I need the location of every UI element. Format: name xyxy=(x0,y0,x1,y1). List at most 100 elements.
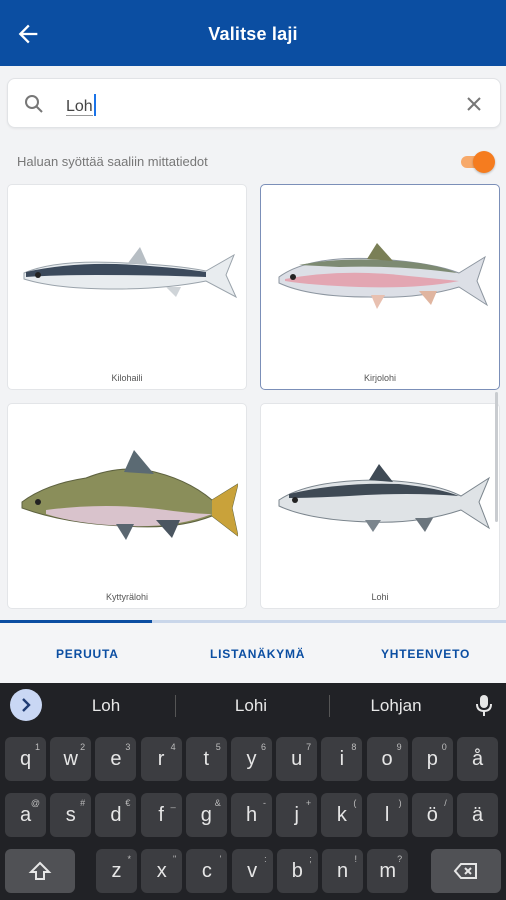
key-a[interactable]: a @ xyxy=(5,793,46,837)
key-alt-label: 4 xyxy=(170,742,176,752)
suggestion-1[interactable]: Loh xyxy=(46,696,166,716)
page-title: Valitse laji xyxy=(208,24,298,44)
list-view-button[interactable]: LISTANÄKYMÄ xyxy=(210,647,305,661)
suggestion-strip: Loh Lohi Lohjan xyxy=(0,683,506,728)
species-name: Kyttyrälohi xyxy=(105,592,149,602)
key-c[interactable]: c ' xyxy=(186,849,228,893)
bottom-action-bar: PERUUTA LISTANÄKYMÄ YHTEENVETO xyxy=(0,623,506,683)
key-alt-label: " xyxy=(172,854,177,864)
key-alt-label: & xyxy=(214,798,221,808)
key-alt-label: € xyxy=(125,798,131,808)
key-label: t xyxy=(203,748,210,770)
key-label: c xyxy=(201,860,212,882)
key-label: b xyxy=(291,860,303,882)
lohi-fish-image xyxy=(278,464,491,532)
key-p[interactable]: p0 xyxy=(411,737,453,781)
key-o[interactable]: o9 xyxy=(366,737,408,781)
key-d[interactable]: d € xyxy=(95,793,137,837)
cancel-button[interactable]: PERUUTA xyxy=(56,647,119,661)
key-i[interactable]: i8 xyxy=(321,737,363,781)
species-card-lohi[interactable]: Lohi xyxy=(260,403,500,609)
key-alt-label: 7 xyxy=(306,742,312,752)
suggestion-2[interactable]: Lohi xyxy=(191,696,311,716)
key-alt-label: + xyxy=(305,798,312,808)
key-alt-label: ; xyxy=(309,854,312,864)
key-label: d xyxy=(110,804,122,826)
measurement-toggle-switch[interactable] xyxy=(461,151,495,173)
key-alt-label: @ xyxy=(30,798,40,808)
species-name: Lohi xyxy=(371,592,389,602)
key-label: e xyxy=(110,748,122,770)
key-label: w xyxy=(63,748,78,770)
search-icon xyxy=(25,95,43,113)
chevron-right-icon xyxy=(22,698,31,712)
grid-scrollbar[interactable] xyxy=(495,392,498,522)
key-g[interactable]: g & xyxy=(185,793,227,837)
key-q[interactable]: q1 xyxy=(5,737,46,781)
key-w[interactable]: w2 xyxy=(50,737,92,781)
key-label: y xyxy=(246,748,257,770)
measurement-toggle-label: Haluan syöttää saaliin mittatiedot xyxy=(17,154,208,169)
key-s[interactable]: s # xyxy=(50,793,92,837)
clear-icon[interactable] xyxy=(462,92,486,116)
species-card-kilohaili[interactable]: Kilohaili xyxy=(7,184,247,390)
microphone-icon[interactable] xyxy=(474,693,494,717)
key-n[interactable]: n! xyxy=(322,849,363,893)
expand-toolbar-button[interactable] xyxy=(10,689,42,721)
key-label: j xyxy=(294,804,299,826)
backspace-icon xyxy=(453,863,477,879)
key-k[interactable]: k( xyxy=(321,793,363,837)
key-r[interactable]: r4 xyxy=(140,737,182,781)
shift-icon xyxy=(28,861,52,880)
key-label: n xyxy=(336,860,349,882)
suggestion-3[interactable]: Lohjan xyxy=(336,696,456,716)
key-l[interactable]: l) xyxy=(366,793,408,837)
key-alt-label: _ xyxy=(170,798,176,808)
key-alt-label: 9 xyxy=(396,742,402,752)
key-z[interactable]: z * xyxy=(96,849,137,893)
key-alt-label: ) xyxy=(398,798,402,808)
key-e[interactable]: e3 xyxy=(95,737,137,781)
backspace-key[interactable] xyxy=(431,849,501,893)
key-alt-label: - xyxy=(263,798,266,808)
kirjolohi-fish-image xyxy=(278,243,489,309)
key-y[interactable]: y6 xyxy=(231,737,272,781)
summary-button[interactable]: YHTEENVETO xyxy=(381,647,470,661)
key-u[interactable]: u7 xyxy=(276,737,318,781)
key-j[interactable]: j + xyxy=(276,793,318,837)
suggestion-divider xyxy=(329,695,330,717)
species-card-kyttyralohi[interactable]: Kyttyrälohi xyxy=(7,403,247,609)
key-t[interactable]: t5 xyxy=(185,737,227,781)
key-x[interactable]: x " xyxy=(141,849,183,893)
key-ö[interactable]: ö / xyxy=(411,793,453,837)
key-label: ö xyxy=(426,804,438,826)
key-b[interactable]: b; xyxy=(276,849,318,893)
key-label: u xyxy=(291,748,303,770)
search-input[interactable]: Loh xyxy=(66,94,96,116)
key-label: m xyxy=(379,860,397,882)
key-alt-label: / xyxy=(444,798,447,808)
key-f[interactable]: f _ xyxy=(140,793,182,837)
kyttyralohi-fish-image xyxy=(21,450,238,540)
key-label: v xyxy=(247,860,258,882)
species-search-field[interactable]: Loh xyxy=(7,78,501,128)
key-label: o xyxy=(381,748,393,770)
key-alt-label: ( xyxy=(353,798,357,808)
species-name: Kirjolohi xyxy=(363,373,396,383)
species-card-kirjolohi[interactable]: Kirjolohi xyxy=(260,184,500,390)
key-ä[interactable]: ä xyxy=(457,793,498,837)
key-label: ä xyxy=(471,804,484,826)
key-å[interactable]: å xyxy=(457,737,498,781)
suggestion-divider xyxy=(175,695,176,717)
app-bar: Valitse laji xyxy=(0,0,506,66)
key-h[interactable]: h- xyxy=(231,793,272,837)
key-label: p xyxy=(426,748,438,770)
key-v[interactable]: v: xyxy=(231,849,273,893)
key-label: l xyxy=(384,804,390,826)
key-label: q xyxy=(19,748,32,770)
shift-key[interactable] xyxy=(5,849,75,893)
key-alt-label: ! xyxy=(354,854,357,864)
key-label: x xyxy=(156,860,167,882)
key-label: h xyxy=(245,804,258,826)
key-m[interactable]: m? xyxy=(367,849,409,893)
